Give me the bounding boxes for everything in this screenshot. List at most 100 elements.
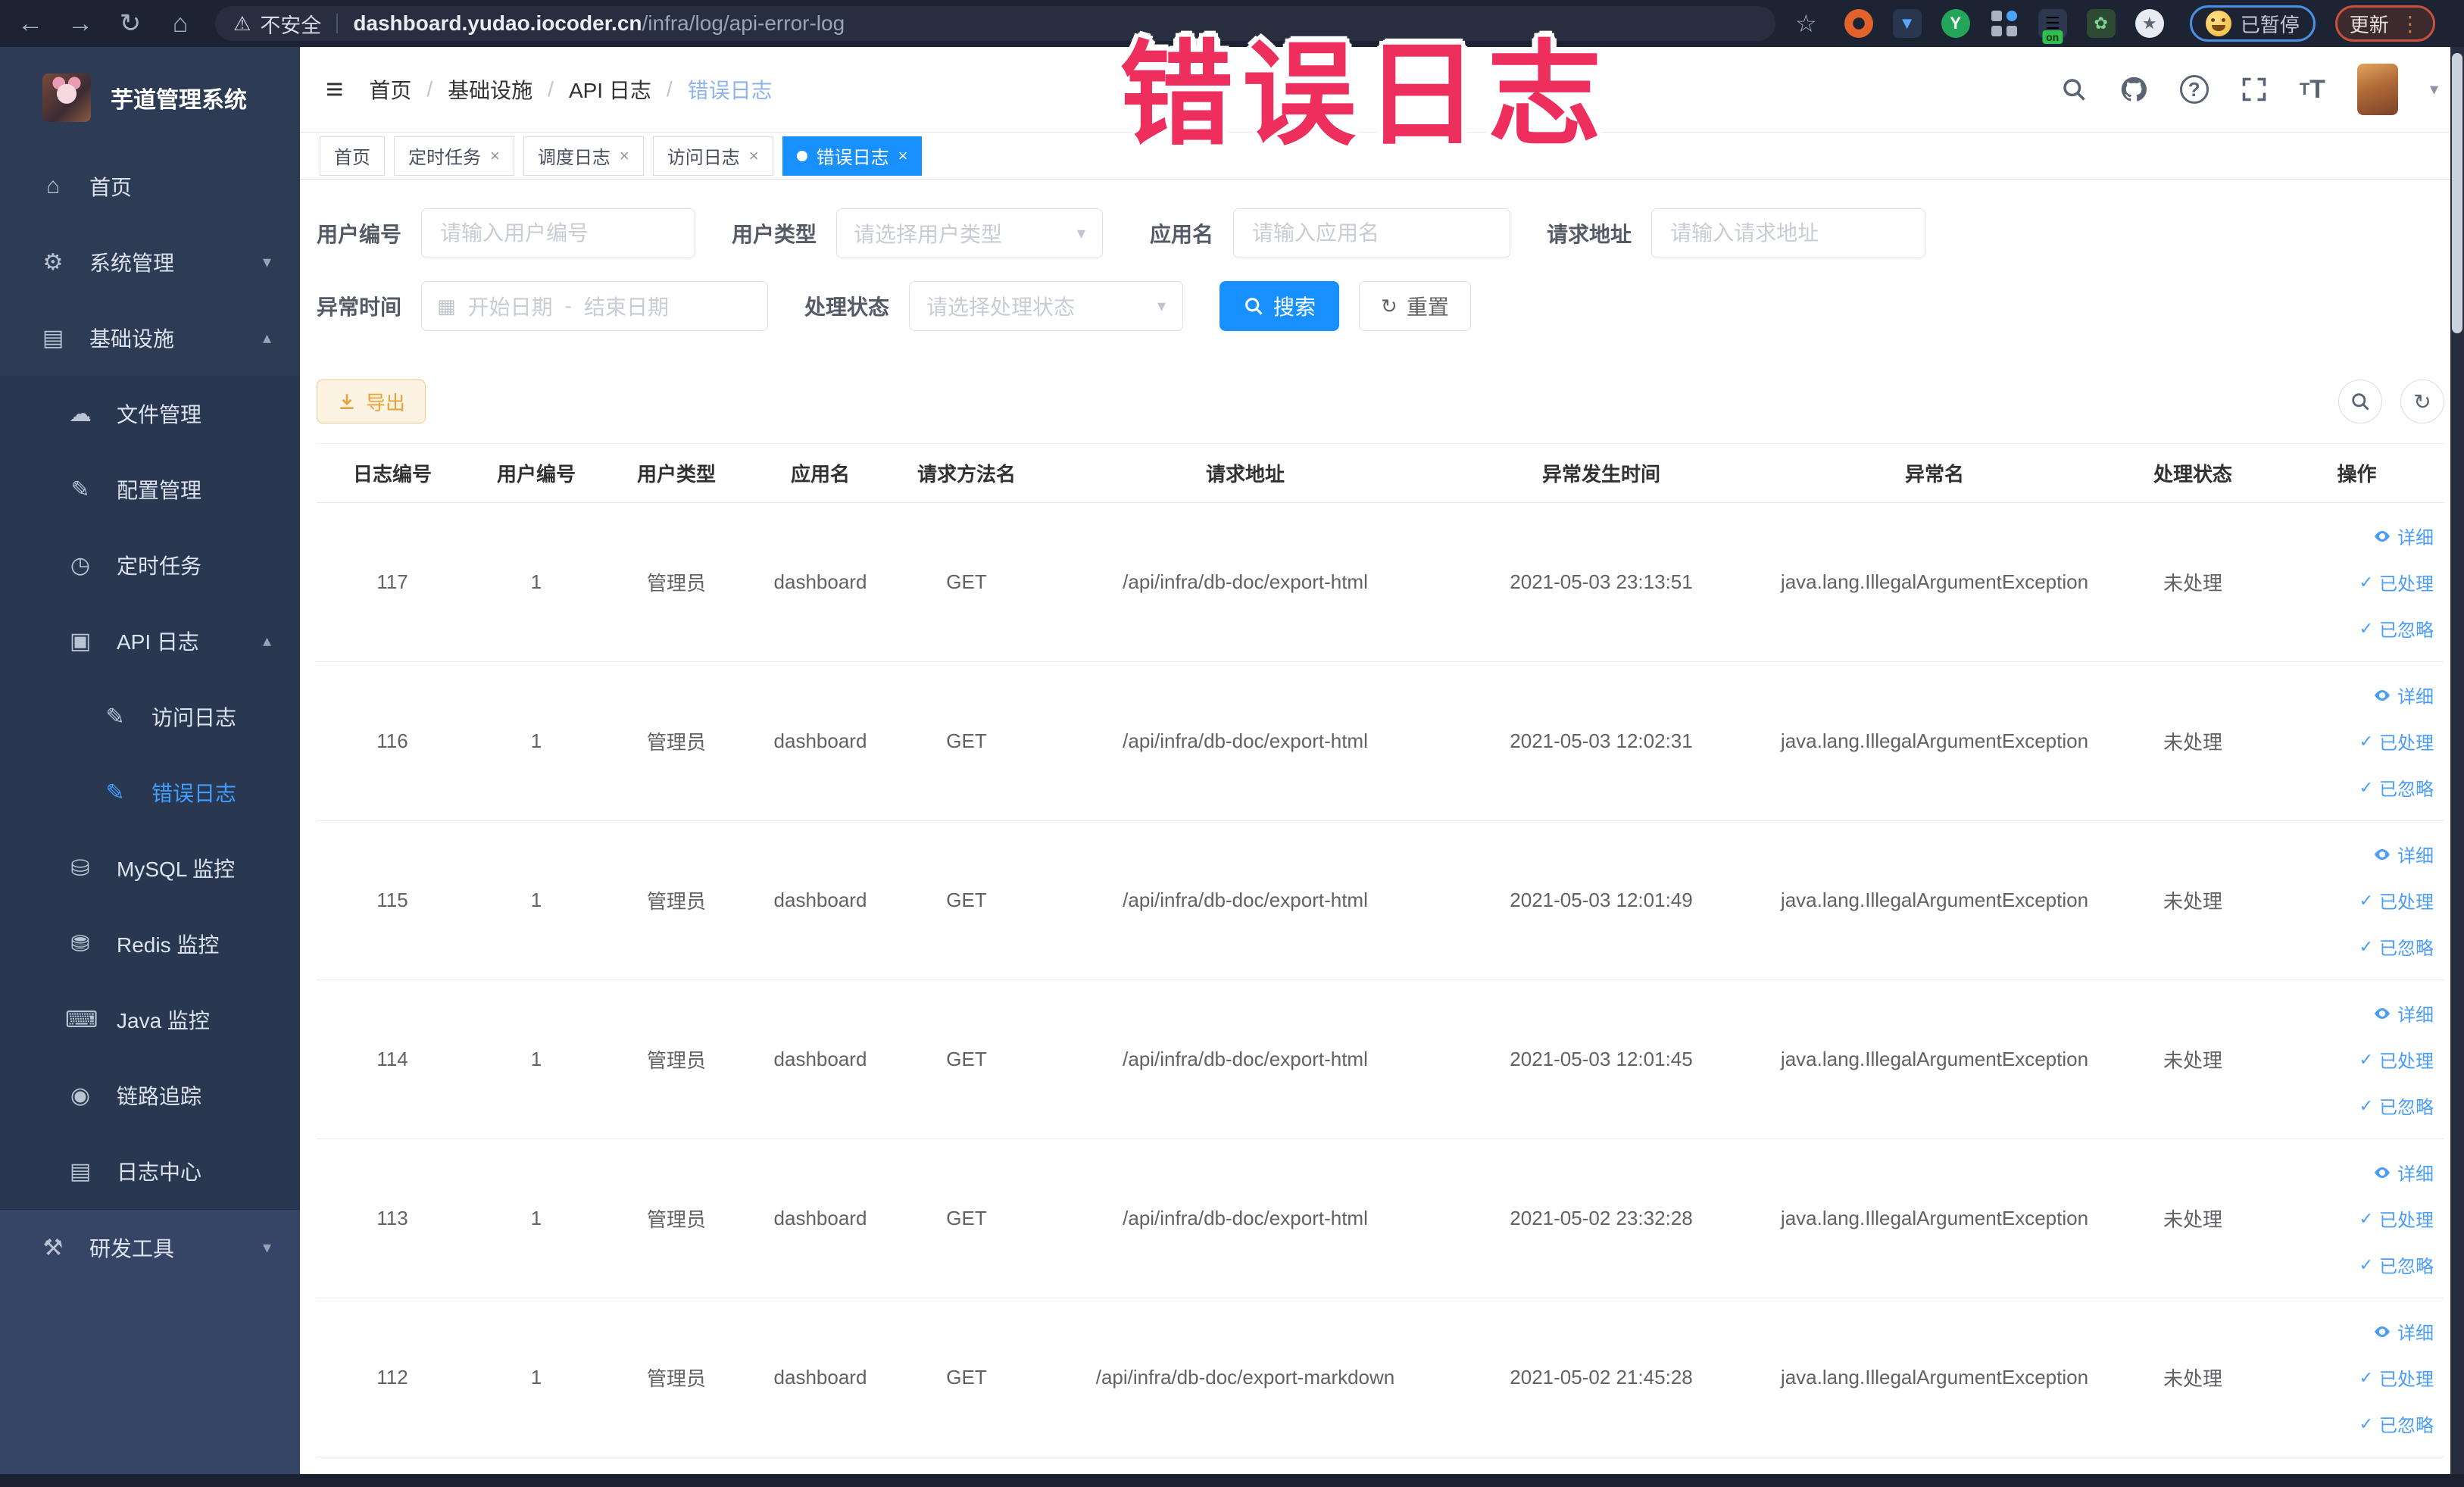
sidebar-toggle-icon[interactable]: ≡ [326,73,343,107]
user-id-input[interactable] [422,209,695,258]
export-button[interactable]: 导出 [317,380,426,423]
ignored-link[interactable]: ✓ 已忽略 [2359,1251,2434,1278]
sidebar-item-dev-tools[interactable]: ⚒ 研发工具 ▾ [0,1210,300,1286]
tab-job[interactable]: 定时任务 × [394,136,514,176]
sidebar-item-home[interactable]: ⌂ 首页 [0,148,300,224]
process-status-select[interactable]: 请选择处理状态 ▾ [909,281,1184,331]
browser-home-icon[interactable]: ⌂ [161,9,200,39]
eye-icon [2373,845,2391,864]
sidebar-item-config[interactable]: ✎ 配置管理 [0,451,300,527]
cell-user_id: 1 [530,729,542,752]
hide-search-button[interactable] [2338,380,2382,423]
sidebar-item-file[interactable]: ☁ 文件管理 [0,376,300,451]
column-header-actions: 操作 [2337,463,2377,486]
detail-link[interactable]: 详细 [2373,1159,2434,1186]
green-extension-icon[interactable]: Y [1941,9,1970,38]
browser-forward-icon[interactable]: → [61,9,100,39]
tab-home[interactable]: 首页 [320,136,385,176]
processed-link[interactable]: ✓ 已处理 [2359,887,2434,914]
detail-link[interactable]: 详细 [2373,523,2434,549]
sidebar-item-error-log[interactable]: ✎ 错误日志 [0,754,300,830]
ignored-link[interactable]: ✓ 已忽略 [2359,774,2434,801]
sidebar-item-tracer[interactable]: ◉ 链路追踪 [0,1057,300,1133]
eye-icon [2373,1323,2391,1341]
browser-reload-icon[interactable]: ↻ [111,8,150,39]
tab-error-log[interactable]: 错误日志 × [782,136,923,176]
cell-exception: java.lang.IllegalArgumentException [1780,1048,2089,1070]
sidebar-item-redis[interactable]: ⛃ Redis 监控 [0,906,300,982]
sidebar-item-java[interactable]: ⌨ Java 监控 [0,982,300,1057]
detail-link[interactable]: 详细 [2373,1318,2434,1345]
sidebar-item-mysql[interactable]: ⛁ MySQL 监控 [0,830,300,906]
eye-icon [2373,527,2391,545]
breadcrumb-item[interactable]: API 日志 [569,74,651,105]
browser-back-icon[interactable]: ← [11,9,50,39]
reset-button[interactable]: ↻ 重置 [1359,281,1471,331]
column-header-user_id: 用户编号 [496,463,576,486]
chevron-down-icon[interactable]: ▾ [2430,80,2438,99]
sidebar-item-infra[interactable]: ▤ 基础设施 ▴ [0,300,300,376]
tab-access-log[interactable]: 访问日志 × [652,136,773,176]
fullscreen-icon[interactable] [2241,76,2268,103]
cell-user_type: 管理员 [646,1049,706,1072]
app-name-label: 应用名 [1150,223,1214,246]
pin-extension-icon[interactable]: ★ [2135,9,2164,38]
close-icon[interactable]: × [898,146,908,166]
detail-link[interactable]: 详细 [2373,841,2434,867]
close-icon[interactable]: × [749,146,759,166]
breadcrumb-item[interactable]: 基础设施 [448,74,532,105]
close-icon[interactable]: × [620,146,629,166]
font-size-icon[interactable]: TT [2300,75,2325,105]
url-text[interactable]: dashboard.yudao.iocoder.cn/infra/log/api… [353,11,845,36]
page-scrollbar[interactable] [2450,47,2464,1474]
cell-log_id: 115 [376,889,408,911]
detail-link[interactable]: 详细 [2373,682,2434,708]
sidebar-item-log-center[interactable]: ▤ 日志中心 [0,1133,300,1209]
github-icon[interactable] [2119,75,2148,104]
ignored-link[interactable]: ✓ 已忽略 [2359,1410,2434,1437]
user-avatar[interactable] [2356,64,2398,115]
blue-extension-icon[interactable]: ▼ [1892,9,1922,38]
sidebar-item-job[interactable]: ◷ 定时任务 [0,527,300,603]
app-title: 芋道管理系统 [111,88,247,113]
processed-link[interactable]: ✓ 已处理 [2359,728,2434,754]
tab-job-log[interactable]: 调度日志 × [523,136,644,176]
user-type-select[interactable]: 请选择用户类型 ▾ [836,208,1104,258]
scrollbar-thumb[interactable] [2452,53,2462,333]
detail-link[interactable]: 详细 [2373,1000,2434,1026]
search-icon[interactable] [2060,76,2088,103]
app-logo [42,73,91,122]
app-name-input[interactable] [1234,209,1510,258]
cell-user_id: 1 [530,889,542,911]
screen: ← → ↻ ⌂ ⚠ 不安全 dashboard.yudao.iocoder.cn… [0,0,2464,1487]
profile-paused-chip[interactable]: 已暂停 [2189,5,2316,42]
leaf-extension-icon[interactable]: ✿ [2086,9,2116,38]
ignored-link[interactable]: ✓ 已忽略 [2359,933,2434,960]
processed-link[interactable]: ✓ 已处理 [2359,569,2434,595]
ignored-link[interactable]: ✓ 已忽略 [2359,615,2434,642]
sidebar-item-system[interactable]: ⚙ 系统管理 ▾ [0,224,300,300]
breadcrumb-item[interactable]: 首页 [369,74,411,105]
request-url-input[interactable] [1652,209,1925,258]
help-icon[interactable]: ? [2179,75,2209,104]
grid-extension-icon[interactable] [1990,9,2019,38]
ignored-link[interactable]: ✓ 已忽略 [2359,1092,2434,1119]
on-badge-extension-icon[interactable]: ☰ on [2038,9,2067,44]
sidebar-item-api-log[interactable]: ▣ API 日志 ▴ [0,603,300,679]
refresh-table-button[interactable]: ↻ [2400,380,2444,423]
close-icon[interactable]: × [490,146,500,166]
browser-menu-icon[interactable]: ⋮ [2400,11,2421,36]
exception-time-range-picker[interactable]: ▦ 开始日期 - 结束日期 [421,281,769,331]
processed-link[interactable]: ✓ 已处理 [2359,1364,2434,1391]
bookmark-star-icon[interactable]: ☆ [1795,9,1817,38]
processed-link[interactable]: ✓ 已处理 [2359,1205,2434,1232]
processed-link[interactable]: ✓ 已处理 [2359,1046,2434,1073]
search-button[interactable]: 搜索 [1220,281,1340,331]
orange-extension-icon[interactable] [1844,9,1873,38]
not-secure-label[interactable]: 不安全 [260,9,321,39]
process-status-label: 处理状态 [804,295,890,319]
trace-icon: ◉ [70,1082,91,1108]
browser-update-button[interactable]: 更新 ⋮ [2334,5,2435,42]
cell-url: /api/infra/db-doc/export-html [1123,729,1368,752]
sidebar-item-access-log[interactable]: ✎ 访问日志 [0,679,300,754]
